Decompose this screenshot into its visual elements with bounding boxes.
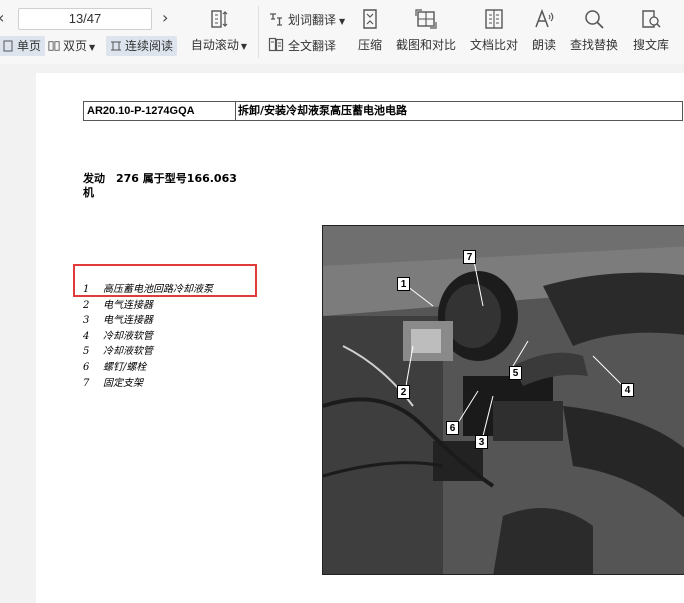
- compress-label: 压缩: [357, 38, 382, 52]
- full-translate-label: 全文翻译: [288, 39, 337, 53]
- engine-line-1: 发动 276 属于型号166.063: [83, 172, 237, 185]
- full-translate-button[interactable]: 全文翻译: [268, 36, 336, 56]
- callout-label: 1: [397, 277, 410, 291]
- engine-info: 发动 276 属于型号166.063 机: [83, 171, 237, 199]
- document-id: AR20.10-P-1274GQA: [84, 102, 236, 120]
- auto-scroll-button[interactable]: 自动滚动 ▼: [188, 8, 250, 58]
- next-page-button[interactable]: ›: [162, 8, 174, 28]
- continuous-read-icon: [111, 41, 121, 51]
- search-icon: [585, 10, 604, 29]
- word-translate-icon: [270, 13, 282, 26]
- compress-icon: [363, 9, 377, 29]
- prev-page-button[interactable]: ‹: [0, 8, 10, 28]
- engine-line-2: 机: [83, 186, 94, 199]
- legend-item: 3 电气连接器: [83, 315, 153, 326]
- word-translate-label: 划词翻译: [288, 13, 337, 27]
- page-indicator: 13/47: [68, 11, 102, 26]
- continuous-read-button[interactable]: 连续阅读: [106, 36, 178, 56]
- document-page: AR20.10-P-1274GQA 拆卸/安装冷却液泵高压蓄电池电路 发动 27…: [36, 73, 684, 603]
- document-compare-button[interactable]: 文档比对: [468, 8, 520, 58]
- document-title: 拆卸/安装冷却液泵高压蓄电池电路: [238, 104, 408, 117]
- double-page-button[interactable]: 双页 ▼: [48, 36, 95, 56]
- callout-label: 2: [397, 385, 410, 399]
- chevron-down-icon: ▼: [339, 17, 346, 26]
- single-page-button[interactable]: 单页: [0, 36, 46, 56]
- word-translate-button[interactable]: 划词翻译 ▼: [268, 10, 345, 30]
- document-compare-icon: [485, 9, 503, 29]
- document-header-table: AR20.10-P-1274GQA 拆卸/安装冷却液泵高压蓄电池电路: [83, 101, 683, 121]
- callout-label: 5: [509, 366, 522, 380]
- library-search-icon: [642, 10, 661, 28]
- chevron-down-icon: ▼: [240, 42, 248, 51]
- highlight-box: [73, 264, 257, 297]
- callout-label: 7: [463, 250, 476, 264]
- single-page-label: 单页: [17, 39, 42, 53]
- legend-item: 7 固定支架: [83, 378, 143, 389]
- callout-label: 4: [621, 383, 634, 397]
- screenshot-compare-label: 截图和对比: [395, 38, 456, 52]
- full-translate-icon: [268, 37, 284, 52]
- double-page-icon: [48, 41, 60, 51]
- engine-photo-illustration: [323, 226, 684, 574]
- read-aloud-icon: [535, 8, 554, 28]
- callout-label: 3: [475, 435, 488, 449]
- toolbar: ‹ 13/47 › 单页 双页▼ 连续阅读 自动滚动▼ 划词翻译▼ 全文翻译 压…: [0, 0, 684, 64]
- document-compare-label: 文档比对: [469, 38, 518, 52]
- search-library-label: 搜文库: [632, 38, 669, 52]
- legend-item: 5 冷却液软管: [83, 346, 153, 357]
- engine-bay-photo: 1 2 3 4 5 6 7: [322, 225, 684, 575]
- callout-label: 6: [446, 421, 459, 435]
- search-library-button[interactable]: 搜文库: [630, 8, 672, 58]
- single-page-icon: [3, 40, 13, 52]
- double-page-label: 双页: [63, 39, 88, 53]
- page-number-input[interactable]: 13/47: [18, 8, 152, 30]
- compress-button[interactable]: 压缩: [352, 8, 388, 58]
- auto-scroll-label: 自动滚动: [190, 38, 239, 52]
- legend-item: 4 冷却液软管: [83, 331, 153, 342]
- screenshot-compare-button[interactable]: 截图和对比: [394, 8, 458, 58]
- find-replace-button[interactable]: 查找替换: [568, 8, 620, 58]
- chevron-down-icon: ▼: [89, 43, 96, 52]
- legend-item: 2 电气连接器: [83, 300, 153, 311]
- legend-item: 6 螺钉/螺栓: [83, 362, 147, 373]
- read-aloud-button[interactable]: 朗读: [528, 8, 560, 58]
- continuous-read-label: 连续阅读: [125, 39, 174, 53]
- find-replace-label: 查找替换: [569, 38, 618, 52]
- auto-scroll-icon: [211, 10, 228, 28]
- screenshot-compare-icon: [415, 9, 437, 29]
- toolbar-divider: [258, 6, 259, 58]
- read-aloud-label: 朗读: [531, 38, 556, 52]
